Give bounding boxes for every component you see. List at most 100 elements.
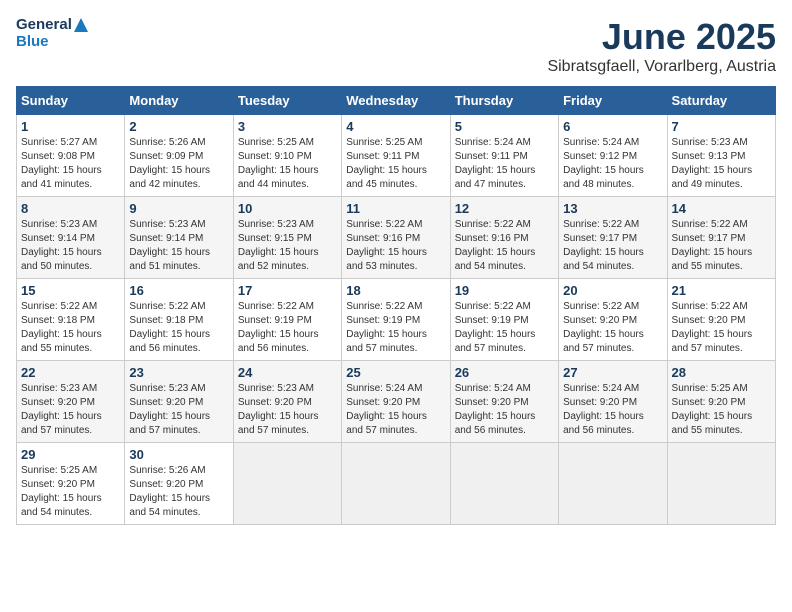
day-info: Sunrise: 5:22 AM Sunset: 9:16 PM Dayligh… xyxy=(455,219,536,272)
table-row: 26 Sunrise: 5:24 AM Sunset: 9:20 PM Dayl… xyxy=(450,361,558,443)
calendar-week-row: 15 Sunrise: 5:22 AM Sunset: 9:18 PM Dayl… xyxy=(17,279,776,361)
col-thursday: Thursday xyxy=(450,87,558,115)
col-wednesday: Wednesday xyxy=(342,87,450,115)
day-info: Sunrise: 5:25 AM Sunset: 9:11 PM Dayligh… xyxy=(346,137,427,190)
day-number: 11 xyxy=(346,201,445,216)
day-number: 25 xyxy=(346,365,445,380)
day-info: Sunrise: 5:25 AM Sunset: 9:20 PM Dayligh… xyxy=(672,383,753,436)
day-info: Sunrise: 5:24 AM Sunset: 9:12 PM Dayligh… xyxy=(563,137,644,190)
day-info: Sunrise: 5:22 AM Sunset: 9:16 PM Dayligh… xyxy=(346,219,427,272)
day-number: 16 xyxy=(129,283,228,298)
table-row: 30 Sunrise: 5:26 AM Sunset: 9:20 PM Dayl… xyxy=(125,443,233,525)
day-info: Sunrise: 5:23 AM Sunset: 9:15 PM Dayligh… xyxy=(238,219,319,272)
table-row: 9 Sunrise: 5:23 AM Sunset: 9:14 PM Dayli… xyxy=(125,197,233,279)
day-number: 18 xyxy=(346,283,445,298)
page-subtitle: Sibratsgfaell, Vorarlberg, Austria xyxy=(547,58,776,76)
calendar-week-row: 8 Sunrise: 5:23 AM Sunset: 9:14 PM Dayli… xyxy=(17,197,776,279)
day-number: 13 xyxy=(563,201,662,216)
table-row: 14 Sunrise: 5:22 AM Sunset: 9:17 PM Dayl… xyxy=(667,197,775,279)
calendar-table: Sunday Monday Tuesday Wednesday Thursday… xyxy=(16,86,776,525)
day-info: Sunrise: 5:24 AM Sunset: 9:20 PM Dayligh… xyxy=(455,383,536,436)
table-row: 28 Sunrise: 5:25 AM Sunset: 9:20 PM Dayl… xyxy=(667,361,775,443)
day-number: 28 xyxy=(672,365,771,380)
header-row: Sunday Monday Tuesday Wednesday Thursday… xyxy=(17,87,776,115)
page-header: General Blue June 2025 Sibratsgfaell, Vo… xyxy=(16,16,776,76)
day-number: 3 xyxy=(238,119,337,134)
day-number: 24 xyxy=(238,365,337,380)
logo-general: General xyxy=(16,16,88,33)
day-info: Sunrise: 5:26 AM Sunset: 9:20 PM Dayligh… xyxy=(129,465,210,518)
table-row: 7 Sunrise: 5:23 AM Sunset: 9:13 PM Dayli… xyxy=(667,115,775,197)
day-number: 21 xyxy=(672,283,771,298)
table-row: 21 Sunrise: 5:22 AM Sunset: 9:20 PM Dayl… xyxy=(667,279,775,361)
day-number: 17 xyxy=(238,283,337,298)
col-sunday: Sunday xyxy=(17,87,125,115)
day-number: 14 xyxy=(672,201,771,216)
day-info: Sunrise: 5:22 AM Sunset: 9:17 PM Dayligh… xyxy=(563,219,644,272)
day-number: 1 xyxy=(21,119,120,134)
day-number: 2 xyxy=(129,119,228,134)
day-info: Sunrise: 5:23 AM Sunset: 9:20 PM Dayligh… xyxy=(238,383,319,436)
table-row: 23 Sunrise: 5:23 AM Sunset: 9:20 PM Dayl… xyxy=(125,361,233,443)
day-info: Sunrise: 5:22 AM Sunset: 9:20 PM Dayligh… xyxy=(563,301,644,354)
day-number: 30 xyxy=(129,447,228,462)
day-info: Sunrise: 5:22 AM Sunset: 9:19 PM Dayligh… xyxy=(346,301,427,354)
table-row: 16 Sunrise: 5:22 AM Sunset: 9:18 PM Dayl… xyxy=(125,279,233,361)
day-number: 19 xyxy=(455,283,554,298)
table-row: 18 Sunrise: 5:22 AM Sunset: 9:19 PM Dayl… xyxy=(342,279,450,361)
table-row: 25 Sunrise: 5:24 AM Sunset: 9:20 PM Dayl… xyxy=(342,361,450,443)
day-number: 26 xyxy=(455,365,554,380)
table-row: 1 Sunrise: 5:27 AM Sunset: 9:08 PM Dayli… xyxy=(17,115,125,197)
day-number: 29 xyxy=(21,447,120,462)
table-row: 24 Sunrise: 5:23 AM Sunset: 9:20 PM Dayl… xyxy=(233,361,341,443)
table-row: 29 Sunrise: 5:25 AM Sunset: 9:20 PM Dayl… xyxy=(17,443,125,525)
day-info: Sunrise: 5:23 AM Sunset: 9:14 PM Dayligh… xyxy=(21,219,102,272)
table-row: 8 Sunrise: 5:23 AM Sunset: 9:14 PM Dayli… xyxy=(17,197,125,279)
col-friday: Friday xyxy=(559,87,667,115)
col-monday: Monday xyxy=(125,87,233,115)
table-row: 15 Sunrise: 5:22 AM Sunset: 9:18 PM Dayl… xyxy=(17,279,125,361)
table-row: 20 Sunrise: 5:22 AM Sunset: 9:20 PM Dayl… xyxy=(559,279,667,361)
day-info: Sunrise: 5:23 AM Sunset: 9:20 PM Dayligh… xyxy=(129,383,210,436)
table-row: 4 Sunrise: 5:25 AM Sunset: 9:11 PM Dayli… xyxy=(342,115,450,197)
day-number: 9 xyxy=(129,201,228,216)
day-info: Sunrise: 5:25 AM Sunset: 9:20 PM Dayligh… xyxy=(21,465,102,518)
table-row xyxy=(233,443,341,525)
day-info: Sunrise: 5:23 AM Sunset: 9:20 PM Dayligh… xyxy=(21,383,102,436)
day-info: Sunrise: 5:27 AM Sunset: 9:08 PM Dayligh… xyxy=(21,137,102,190)
day-number: 12 xyxy=(455,201,554,216)
table-row: 2 Sunrise: 5:26 AM Sunset: 9:09 PM Dayli… xyxy=(125,115,233,197)
day-info: Sunrise: 5:25 AM Sunset: 9:10 PM Dayligh… xyxy=(238,137,319,190)
day-info: Sunrise: 5:24 AM Sunset: 9:20 PM Dayligh… xyxy=(346,383,427,436)
day-info: Sunrise: 5:22 AM Sunset: 9:19 PM Dayligh… xyxy=(455,301,536,354)
calendar-week-row: 1 Sunrise: 5:27 AM Sunset: 9:08 PM Dayli… xyxy=(17,115,776,197)
day-number: 27 xyxy=(563,365,662,380)
day-number: 4 xyxy=(346,119,445,134)
table-row: 12 Sunrise: 5:22 AM Sunset: 9:16 PM Dayl… xyxy=(450,197,558,279)
table-row: 19 Sunrise: 5:22 AM Sunset: 9:19 PM Dayl… xyxy=(450,279,558,361)
table-row: 5 Sunrise: 5:24 AM Sunset: 9:11 PM Dayli… xyxy=(450,115,558,197)
calendar-week-row: 22 Sunrise: 5:23 AM Sunset: 9:20 PM Dayl… xyxy=(17,361,776,443)
col-tuesday: Tuesday xyxy=(233,87,341,115)
day-number: 6 xyxy=(563,119,662,134)
table-row: 11 Sunrise: 5:22 AM Sunset: 9:16 PM Dayl… xyxy=(342,197,450,279)
table-row: 10 Sunrise: 5:23 AM Sunset: 9:15 PM Dayl… xyxy=(233,197,341,279)
day-number: 10 xyxy=(238,201,337,216)
logo: General Blue xyxy=(16,16,88,50)
col-saturday: Saturday xyxy=(667,87,775,115)
table-row: 17 Sunrise: 5:22 AM Sunset: 9:19 PM Dayl… xyxy=(233,279,341,361)
day-number: 8 xyxy=(21,201,120,216)
table-row xyxy=(342,443,450,525)
day-info: Sunrise: 5:22 AM Sunset: 9:17 PM Dayligh… xyxy=(672,219,753,272)
day-info: Sunrise: 5:24 AM Sunset: 9:20 PM Dayligh… xyxy=(563,383,644,436)
table-row: 13 Sunrise: 5:22 AM Sunset: 9:17 PM Dayl… xyxy=(559,197,667,279)
calendar-week-row: 29 Sunrise: 5:25 AM Sunset: 9:20 PM Dayl… xyxy=(17,443,776,525)
table-row: 6 Sunrise: 5:24 AM Sunset: 9:12 PM Dayli… xyxy=(559,115,667,197)
day-number: 23 xyxy=(129,365,228,380)
table-row: 22 Sunrise: 5:23 AM Sunset: 9:20 PM Dayl… xyxy=(17,361,125,443)
table-row xyxy=(559,443,667,525)
logo-blue: Blue xyxy=(16,33,88,50)
day-info: Sunrise: 5:22 AM Sunset: 9:20 PM Dayligh… xyxy=(672,301,753,354)
day-number: 5 xyxy=(455,119,554,134)
day-info: Sunrise: 5:22 AM Sunset: 9:18 PM Dayligh… xyxy=(129,301,210,354)
